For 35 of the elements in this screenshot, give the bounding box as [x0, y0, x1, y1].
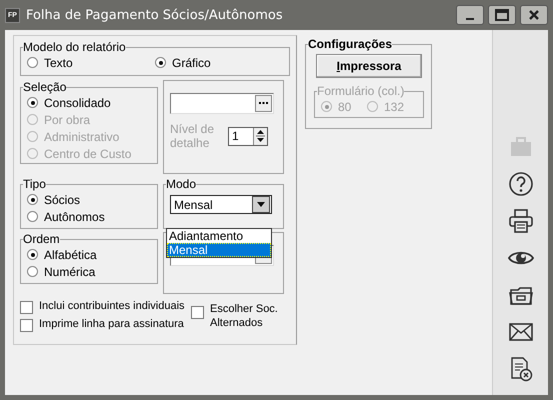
help-icon[interactable] — [508, 171, 534, 197]
lookup-field[interactable] — [170, 93, 274, 114]
caret-icon — [252, 196, 270, 213]
group-label: Modelo do relatório — [23, 40, 126, 54]
checkbox[interactable]: Escolher Soc. Alternados — [191, 305, 288, 332]
close-icon — [528, 9, 540, 21]
close-button[interactable] — [520, 5, 548, 25]
group-label: Formulário (col.) — [317, 84, 404, 98]
detail-level-label: Nível de detalhe — [170, 122, 216, 150]
printer-button[interactable]: Impressora — [316, 54, 422, 78]
group-label: Modo — [166, 177, 196, 191]
ellipsis-icon — [259, 102, 268, 105]
group-label: Tipo — [23, 177, 46, 191]
group-label: Configurações — [308, 37, 392, 51]
window-title: Folha de Pagamento Sócios/Autônomos — [26, 8, 284, 22]
checkbox[interactable]: Imprime linha para assinatura — [20, 318, 185, 332]
radio-button[interactable]: Gráfico — [155, 54, 283, 71]
browse-button[interactable] — [255, 95, 272, 112]
group-label: Seleção — [23, 80, 66, 94]
maximize-icon — [495, 9, 509, 21]
radio-button[interactable]: Numérica — [27, 263, 151, 280]
printer-icon[interactable] — [508, 208, 534, 234]
radio-button[interactable]: Alfabética — [27, 246, 151, 263]
minimize-button[interactable] — [456, 5, 484, 25]
checkbox[interactable]: Inclui contribuintes individuais — [20, 300, 185, 314]
maximize-button[interactable] — [488, 5, 516, 25]
radio-button[interactable]: Autônomos — [27, 208, 151, 225]
radio-button[interactable]: Consolidado — [27, 94, 151, 111]
dropdown-option[interactable]: Adiantamento — [167, 229, 271, 243]
mode-dropdown[interactable]: Mensal — [170, 195, 272, 214]
radio-button[interactable]: Texto — [27, 54, 155, 71]
radio-button[interactable]: Sócios — [27, 191, 151, 208]
minimize-icon — [466, 18, 474, 20]
group-label: Ordem — [23, 232, 60, 246]
dropdown-option[interactable]: Mensal — [167, 243, 271, 257]
